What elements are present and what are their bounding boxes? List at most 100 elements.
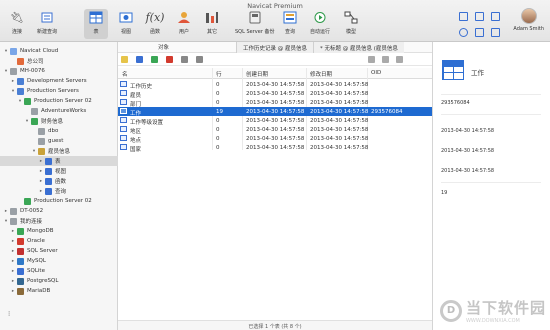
design-table-icon[interactable] [136, 56, 143, 63]
sidebar-tree-item[interactable]: AdventureWorks [0, 106, 118, 116]
sidebar-tree-item[interactable]: 总公司 [0, 56, 118, 66]
sidebar-tree-item[interactable]: Production Server 02 [0, 196, 118, 206]
sidebar-tree-item[interactable]: ▸ MySQL [0, 256, 118, 266]
chevron-right-icon[interactable]: ▸ [10, 229, 16, 234]
chevron-right-icon[interactable]: ▸ [10, 269, 16, 274]
toolbar-backup-button[interactable]: SQL Server 备份 [235, 9, 274, 39]
sidebar-tree-item[interactable]: guest [0, 136, 118, 146]
detail-mode-icon[interactable] [382, 56, 389, 63]
sidebar-tree-item[interactable]: ▸ SQLite [0, 266, 118, 276]
sidebar-tree-item[interactable]: ▸ SQL Server [0, 246, 118, 256]
sidebar-tree-item[interactable]: ▸ 函数 [0, 176, 118, 186]
sidebar-tree-item[interactable]: ▾ Production Servers [0, 86, 118, 96]
chevron-right-icon[interactable]: ▸ [38, 189, 44, 194]
cell-modified: 2013-04-30 14:57:58 [310, 145, 369, 151]
toolbar-new-query-button[interactable]: 新建查询 [37, 9, 57, 39]
toolbar-query-button[interactable]: 查询 [282, 9, 298, 39]
list-mode-icon[interactable] [368, 56, 375, 63]
chevron-right-icon[interactable]: ▸ [10, 289, 16, 294]
sidebar-tree-item[interactable]: ▸ Oracle [0, 236, 118, 246]
sidebar-tree-item[interactable]: ▸ PostgreSQL [0, 276, 118, 286]
table-icon [88, 9, 104, 25]
table-row[interactable]: 雇员 0 2013-04-30 14:57:58 2013-04-30 14:57:5… [118, 89, 432, 99]
column-header-modified[interactable]: 修改日期 [310, 70, 332, 78]
column-header-name[interactable]: 名 [122, 70, 128, 78]
chevron-right-icon[interactable]: ▸ [10, 279, 16, 284]
open-table-icon[interactable] [121, 56, 128, 63]
table-icon [120, 117, 127, 123]
sidebar-tree-item[interactable]: ▾ MH-0076 [0, 66, 118, 76]
table-row[interactable]: 工作历史 0 2013-04-30 14:57:58 2013-04-30 14:57… [118, 80, 432, 90]
chevron-right-icon[interactable]: ▸ [10, 239, 16, 244]
chevron-down-icon[interactable]: ▾ [10, 89, 16, 94]
table-row[interactable]: 工作等级设置 0 2013-04-30 14:57:58 2013-04-30 14:… [118, 116, 432, 126]
cell-created: 2013-04-30 14:57:58 [246, 82, 305, 88]
chevron-right-icon[interactable]: ▸ [10, 249, 16, 254]
toolbar-view-button[interactable]: 视图 [118, 9, 134, 39]
toolbar-connection-button[interactable]: 🔌︎ 连接 [9, 9, 25, 39]
chevron-down-icon[interactable]: ▾ [3, 219, 9, 224]
search-icon[interactable] [459, 28, 468, 37]
sidebar-tree-item[interactable]: ▸ MongoDB [0, 226, 118, 236]
column-header-created[interactable]: 创建日期 [246, 70, 268, 78]
sidebar-tree-item[interactable]: ▾ 我的连接 [0, 216, 118, 226]
sidebar-toggle-icon[interactable] [459, 12, 468, 21]
chevron-down-icon[interactable]: ▾ [3, 49, 9, 54]
sidebar-tree-item[interactable]: ▾ Production Server 02 [0, 96, 118, 106]
connection-icon [31, 117, 38, 125]
toolbar-model-button[interactable]: 模型 [343, 9, 359, 39]
table-row[interactable]: 地点 0 2013-04-30 14:57:58 2013-04-30 14:57:5… [118, 134, 432, 144]
info-panel-toggle-icon[interactable] [475, 12, 484, 21]
sidebar-tree-item[interactable]: ▾ 财务信息 [0, 116, 118, 126]
objects-tab[interactable]: 对象 [158, 43, 169, 51]
sidebar-tree-item[interactable]: ▸ Development Servers [0, 76, 118, 86]
column-header-oid[interactable]: OID [371, 70, 381, 76]
grid-view-icon[interactable] [491, 28, 500, 37]
er-mode-icon[interactable] [396, 56, 403, 63]
delete-table-icon[interactable] [166, 56, 173, 63]
connection-icon [17, 237, 24, 245]
tab-job-history[interactable]: 工作历史记录 @ 雇员信息 [236, 42, 313, 53]
sidebar-tree-item[interactable]: ▸ 表 [0, 156, 118, 166]
table-row[interactable]: 国家 0 2013-04-30 14:57:58 2013-04-30 14:57:5… [118, 143, 432, 153]
cell-name: 国家 [130, 147, 142, 153]
sidebar-tree-item[interactable]: ▾ Navicat Cloud [0, 46, 118, 56]
column-header-rows[interactable]: 行 [216, 70, 222, 78]
table-row[interactable]: 部门 0 2013-04-30 14:57:58 2013-04-30 14:57:5… [118, 98, 432, 108]
chevron-right-icon[interactable]: ▸ [3, 209, 9, 214]
chevron-down-icon[interactable]: ▾ [31, 149, 37, 154]
export-icon[interactable] [196, 56, 203, 63]
user-account-button[interactable]: Adam Smith [513, 8, 544, 32]
sidebar-tree-item[interactable]: dbo [0, 126, 118, 136]
sidebar-tree-item[interactable]: ▸ 视图 [0, 166, 118, 176]
toolbar-function-button[interactable]: f(x) 函数 [146, 9, 165, 39]
sidebar-menu-icon[interactable]: ⁞ [8, 310, 10, 318]
chevron-right-icon[interactable]: ▸ [10, 259, 16, 264]
tab-untitled-query[interactable]: * 无标题 @ 雇员信息 (雇员信息 [313, 42, 404, 53]
chevron-right-icon[interactable]: ▸ [38, 179, 44, 184]
model-icon [343, 9, 359, 25]
sidebar-tree-item[interactable]: ▸ MariaDB [0, 286, 118, 296]
toolbar-others-button[interactable]: 其它 [204, 9, 220, 39]
chevron-down-icon[interactable]: ▾ [17, 99, 23, 104]
chevron-right-icon[interactable]: ▸ [10, 79, 16, 84]
chevron-down-icon[interactable]: ▾ [24, 119, 30, 124]
chevron-down-icon[interactable]: ▾ [3, 69, 9, 74]
sidebar-tree-item[interactable]: ▸ 查询 [0, 186, 118, 196]
chevron-right-icon[interactable]: ▸ [38, 169, 44, 174]
toolbar-user-button[interactable]: 用户 [176, 9, 192, 39]
sidebar-tree-label: AdventureWorks [41, 108, 87, 114]
toolbar-table-button[interactable]: 表 [84, 9, 108, 39]
table-row[interactable]: 工作 19 2013-04-30 14:57:58 2013-04-30 14:57:… [118, 107, 432, 117]
toolbar-automation-button[interactable]: 自动运行 [310, 9, 330, 39]
list-view-icon[interactable] [475, 28, 484, 37]
new-table-icon[interactable] [151, 56, 158, 63]
site-watermark: D 当下软件园 WWW.DOWNXIA.COM [439, 297, 546, 324]
table-row[interactable]: 地区 0 2013-04-30 14:57:58 2013-04-30 14:57:5… [118, 125, 432, 135]
layout-toggle-icon[interactable] [491, 12, 500, 21]
sidebar-tree-label: DT-0052 [20, 208, 44, 214]
import-icon[interactable] [181, 56, 188, 63]
sidebar-tree-item[interactable]: ▾ 雇员信息 [0, 146, 118, 156]
sidebar-tree-item[interactable]: ▸ DT-0052 [0, 206, 118, 216]
chevron-right-icon[interactable]: ▸ [38, 159, 44, 164]
